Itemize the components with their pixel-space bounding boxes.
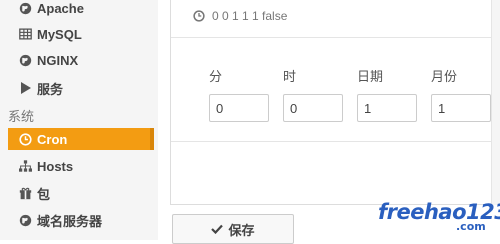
sidebar-item-label: 域名服务器: [37, 213, 103, 229]
day-input[interactable]: [357, 94, 417, 122]
sidebar-item-services[interactable]: 服务: [8, 77, 154, 99]
panel-scroll-edge: [491, 0, 500, 205]
sidebar-item-cron[interactable]: Cron: [8, 128, 154, 150]
sidebar-item-mysql[interactable]: MySQL: [8, 23, 154, 45]
play-icon: [18, 81, 32, 95]
sidebar-item-label: MySQL: [37, 26, 82, 42]
globe-icon: [18, 213, 32, 227]
clock-icon: [193, 9, 206, 23]
cron-panel: 0 0 1 1 1 false 分 时 日期 月份: [170, 0, 500, 205]
section-label-system: 系统: [8, 109, 35, 124]
cron-summary: 0 0 1 1 1 false: [193, 9, 287, 23]
sidebar-item-apache[interactable]: Apache: [8, 0, 154, 19]
sidebar-item-label: 服务: [37, 81, 64, 97]
cron-panel-header: 0 0 1 1 1 false: [171, 0, 500, 38]
sidebar-item-nginx[interactable]: NGINX: [8, 49, 154, 71]
globe-icon: [18, 53, 32, 67]
sidebar-item-label: NGINX: [37, 52, 79, 68]
sidebar-item-packages[interactable]: 包: [8, 182, 154, 204]
sidebar: Apache MySQL NGINX 服务 系统 Cron Hosts 包 域名…: [0, 0, 158, 240]
cron-fields: 分 时 日期 月份: [171, 38, 500, 142]
hour-input[interactable]: [283, 94, 343, 122]
globe-icon: [18, 1, 32, 15]
minute-input[interactable]: [209, 94, 269, 122]
table-icon: [18, 27, 32, 41]
watermark-sub: .com: [456, 220, 486, 233]
check-icon: [211, 222, 224, 237]
watermark: freehao123 .com: [378, 200, 500, 234]
sidebar-item-label: Apache: [37, 0, 84, 16]
sidebar-item-label: Cron: [37, 131, 68, 147]
minute-label: 分: [209, 69, 223, 84]
sidebar-item-label: Hosts: [37, 158, 74, 174]
month-label: 月份: [431, 69, 458, 84]
gift-icon: [18, 186, 32, 200]
sidebar-item-label: 包: [37, 186, 51, 202]
sidebar-item-dns[interactable]: 域名服务器: [8, 209, 154, 231]
sitemap-icon: [18, 159, 32, 173]
day-label: 日期: [357, 69, 384, 84]
hour-label: 时: [283, 69, 297, 84]
cron-summary-text: 0 0 1 1 1 false: [212, 9, 288, 23]
month-input[interactable]: [431, 94, 491, 122]
sidebar-item-hosts[interactable]: Hosts: [8, 155, 154, 177]
clock-icon: [18, 132, 32, 146]
save-button-label: 保存: [228, 222, 255, 238]
